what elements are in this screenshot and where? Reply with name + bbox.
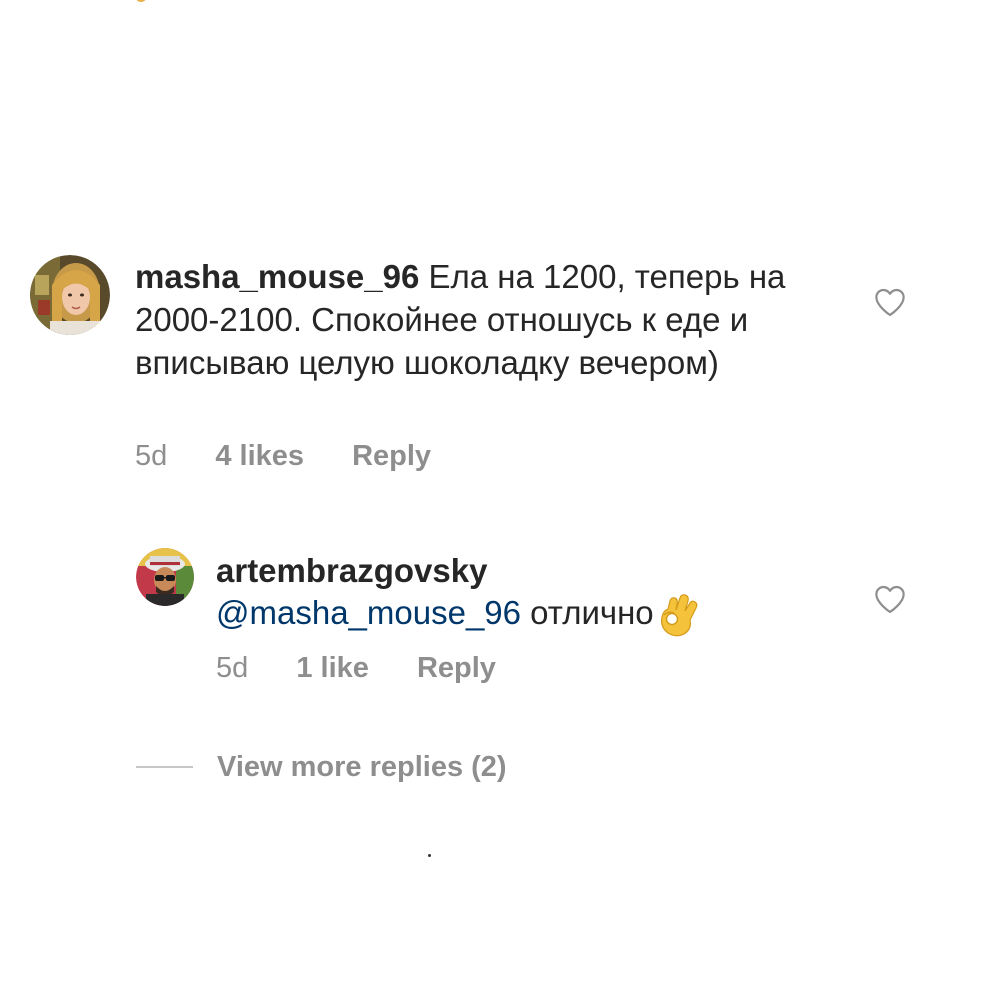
reply-message: @masha_mouse_96 отлично: [216, 592, 816, 637]
reply-meta: 5d 1 like Reply: [216, 652, 536, 685]
comment-username[interactable]: masha_mouse_96: [135, 258, 419, 295]
reply-message-text: отлично: [521, 594, 654, 631]
comment-meta: 5d 4 likes Reply: [135, 440, 471, 473]
reply-likes[interactable]: 1 like: [296, 652, 369, 685]
divider-line: [136, 766, 193, 768]
comments-screen: masha_mouse_96 Ела на 1200, теперь на 20…: [0, 0, 1000, 1000]
reply-text: artembrazgovsky @masha_mouse_96 отлично: [216, 550, 816, 637]
reply-time: 5d: [216, 652, 249, 684]
mention-link[interactable]: @masha_mouse_96: [216, 594, 521, 631]
view-more-replies-label: View more replies (2): [217, 750, 507, 783]
avatar[interactable]: [30, 255, 110, 335]
comment-time: 5d: [135, 440, 168, 472]
reply-button[interactable]: Reply: [352, 440, 431, 473]
heart-outline-icon[interactable]: [873, 287, 907, 317]
reply-username[interactable]: artembrazgovsky: [216, 550, 816, 592]
heart-outline-icon[interactable]: [873, 584, 907, 614]
comment-text: masha_mouse_96 Ела на 1200, теперь на 20…: [135, 255, 825, 384]
ok-hand-emoji-icon: [660, 594, 698, 637]
emoji-fragment: [136, 0, 146, 2]
view-more-replies-button[interactable]: View more replies (2): [136, 747, 507, 787]
stray-dot: [428, 854, 431, 857]
avatar[interactable]: [136, 548, 194, 606]
reply-button[interactable]: Reply: [417, 652, 496, 685]
comment-likes[interactable]: 4 likes: [215, 440, 304, 473]
